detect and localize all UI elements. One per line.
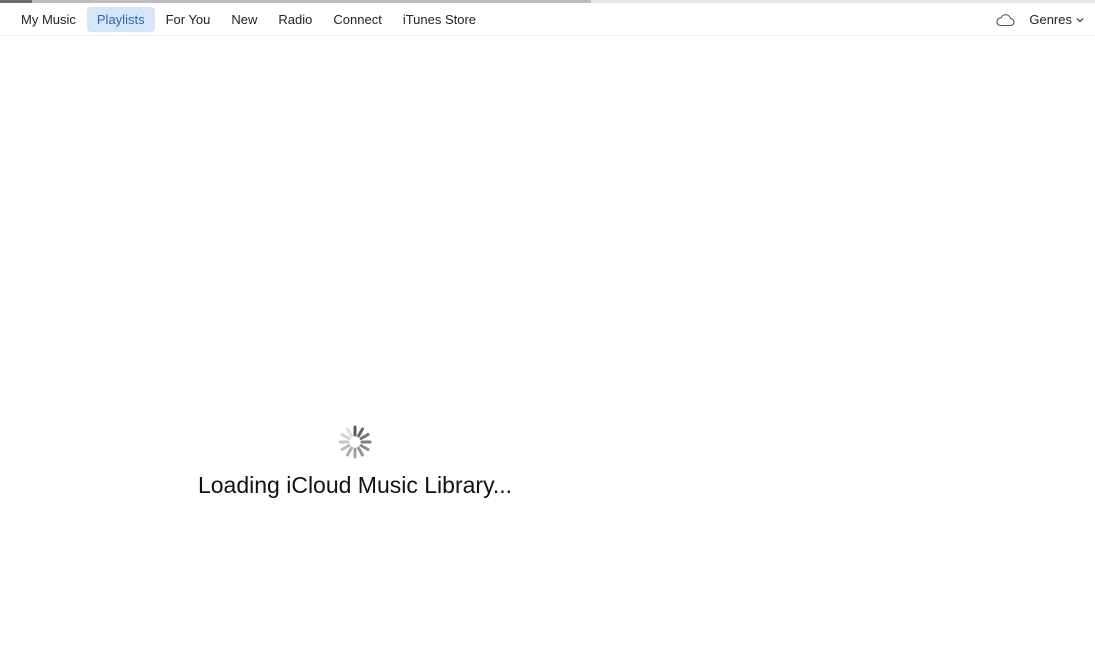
genres-label: Genres [1029,12,1072,27]
chevron-down-icon [1076,17,1084,22]
tab-my-music[interactable]: My Music [11,7,86,32]
spinner-spoke [357,446,364,457]
spinner-spoke [340,433,351,440]
tab-radio[interactable]: Radio [268,7,322,32]
top-navigation-bar: My Music Playlists For You New Radio Con… [0,3,1095,36]
genres-dropdown[interactable]: Genres [1029,12,1084,27]
loading-panel: Loading iCloud Music Library... [150,425,560,499]
nav-tabs: My Music Playlists For You New Radio Con… [11,7,487,32]
tab-itunes-store[interactable]: iTunes Store [393,7,486,32]
tab-connect[interactable]: Connect [323,7,391,32]
spinner-spoke [359,433,370,440]
cloud-icon[interactable] [995,13,1015,27]
right-toolbar: Genres [995,7,1084,32]
spinner-spoke [357,427,364,438]
tab-for-you[interactable]: For You [156,7,221,32]
spinner-spoke [340,444,351,451]
spinner-icon [338,425,372,459]
spinner-spoke [346,446,353,457]
tab-new[interactable]: New [221,7,267,32]
tab-playlists[interactable]: Playlists [86,7,155,32]
spinner-spoke [359,444,370,451]
spinner-spoke [346,427,353,438]
loading-message: Loading iCloud Music Library... [197,472,513,498]
